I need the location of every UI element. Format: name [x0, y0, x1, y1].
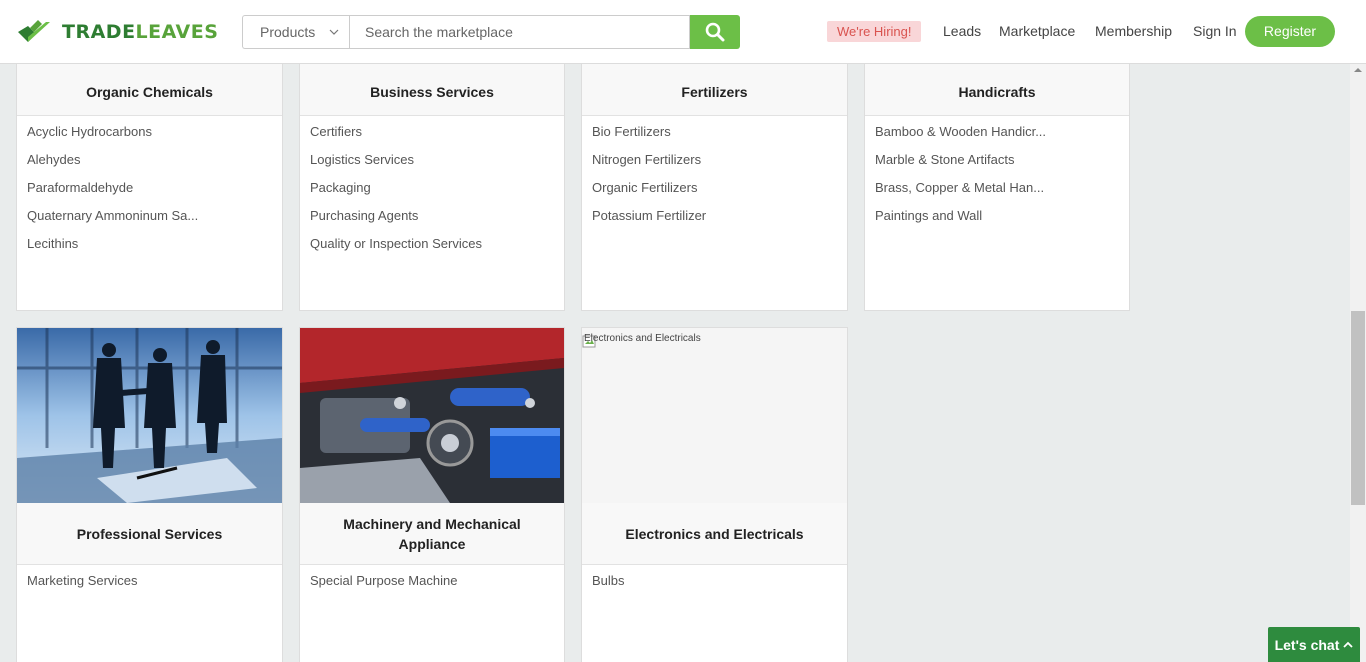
subcategory-list: Special Purpose Machine: [300, 565, 564, 601]
category-card-machinery: Machinery and Mechanical Appliance Speci…: [299, 327, 565, 662]
subcategory-list: Certifiers Logistics Services Packaging …: [300, 116, 564, 264]
nav-membership[interactable]: Membership: [1095, 23, 1172, 39]
category-card-handicrafts: Handicrafts Bamboo & Wooden Handicr... M…: [864, 50, 1130, 311]
list-item[interactable]: Marble & Stone Artifacts: [875, 152, 1129, 180]
nav-leads[interactable]: Leads: [943, 23, 981, 39]
list-item[interactable]: Bamboo & Wooden Handicr...: [875, 124, 1129, 152]
search-category-select[interactable]: Products: [242, 15, 349, 49]
list-item[interactable]: Packaging: [310, 180, 564, 208]
category-card-electronics: Electronics and Electricals Electronics …: [581, 327, 848, 662]
list-item[interactable]: Paraformaldehyde: [27, 180, 282, 208]
list-item[interactable]: Quaternary Ammoninum Sa...: [27, 208, 282, 236]
subcategory-list: Bio Fertilizers Nitrogen Fertilizers Org…: [582, 116, 847, 236]
list-item[interactable]: Nitrogen Fertilizers: [592, 152, 847, 180]
list-item[interactable]: Bulbs: [592, 573, 847, 601]
list-item[interactable]: Marketing Services: [27, 573, 282, 601]
subcategory-list: Bamboo & Wooden Handicr... Marble & Ston…: [865, 116, 1129, 236]
chat-label: Let's chat: [1274, 636, 1340, 653]
top-header: TRADELEAVES Products We're Hiring! Leads…: [0, 0, 1366, 64]
nav-sign-in[interactable]: Sign In: [1193, 23, 1237, 39]
leaf-logo-icon: [18, 20, 50, 42]
list-item[interactable]: Bio Fertilizers: [592, 124, 847, 152]
logo-text-leaves: LEAVES: [135, 21, 219, 43]
image-alt-text: Electronics and Electricals: [584, 333, 701, 344]
list-item[interactable]: Acyclic Hydrocarbons: [27, 124, 282, 152]
list-item[interactable]: Potassium Fertilizer: [592, 208, 847, 236]
card-title[interactable]: Machinery and Mechanical Appliance: [300, 503, 564, 565]
search-input[interactable]: [349, 15, 690, 49]
subcategory-list: Bulbs: [582, 565, 847, 601]
category-card-organic-chemicals: Organic Chemicals Acyclic Hydrocarbons A…: [16, 50, 283, 311]
search-button[interactable]: [690, 15, 740, 49]
list-item[interactable]: Quality or Inspection Services: [310, 236, 564, 264]
business-handshake-image[interactable]: [17, 328, 282, 503]
tradeleaves-logo[interactable]: TRADELEAVES: [16, 19, 218, 45]
search-bar: Products: [242, 15, 740, 49]
car-engine-image[interactable]: [300, 328, 564, 503]
card-title[interactable]: Professional Services: [17, 503, 282, 565]
scroll-up-arrow-icon[interactable]: [1354, 68, 1362, 72]
subcategory-list: Acyclic Hydrocarbons Alehydes Paraformal…: [17, 116, 282, 264]
register-button[interactable]: Register: [1245, 16, 1335, 47]
list-item[interactable]: Paintings and Wall: [875, 208, 1129, 236]
scrollbar-thumb[interactable]: [1351, 311, 1365, 505]
list-item[interactable]: Logistics Services: [310, 152, 564, 180]
category-card-fertilizers: Fertilizers Bio Fertilizers Nitrogen Fer…: [581, 50, 848, 311]
logo-text-trade: TRADE: [62, 21, 136, 43]
card-title[interactable]: Electronics and Electricals: [582, 503, 847, 565]
category-card-professional-services: Professional Services Marketing Services: [16, 327, 283, 662]
hiring-badge[interactable]: We're Hiring!: [827, 21, 922, 42]
chevron-down-icon: [329, 29, 339, 35]
list-item[interactable]: Certifiers: [310, 124, 564, 152]
list-item[interactable]: Organic Fertilizers: [592, 180, 847, 208]
list-item[interactable]: Lecithins: [27, 236, 282, 264]
list-item[interactable]: Purchasing Agents: [310, 208, 564, 236]
list-item[interactable]: Brass, Copper & Metal Han...: [875, 180, 1129, 208]
broken-image-placeholder[interactable]: Electronics and Electricals: [582, 328, 847, 503]
search-icon: [705, 22, 725, 42]
chevron-up-icon: [1343, 641, 1354, 648]
category-card-business-services: Business Services Certifiers Logistics S…: [299, 50, 565, 311]
nav-marketplace[interactable]: Marketplace: [999, 23, 1075, 39]
list-item[interactable]: Alehydes: [27, 152, 282, 180]
list-item[interactable]: Special Purpose Machine: [310, 573, 564, 601]
subcategory-list: Marketing Services: [17, 565, 282, 601]
lets-chat-button[interactable]: Let's chat: [1268, 627, 1360, 662]
search-category-value: Products: [260, 24, 316, 40]
